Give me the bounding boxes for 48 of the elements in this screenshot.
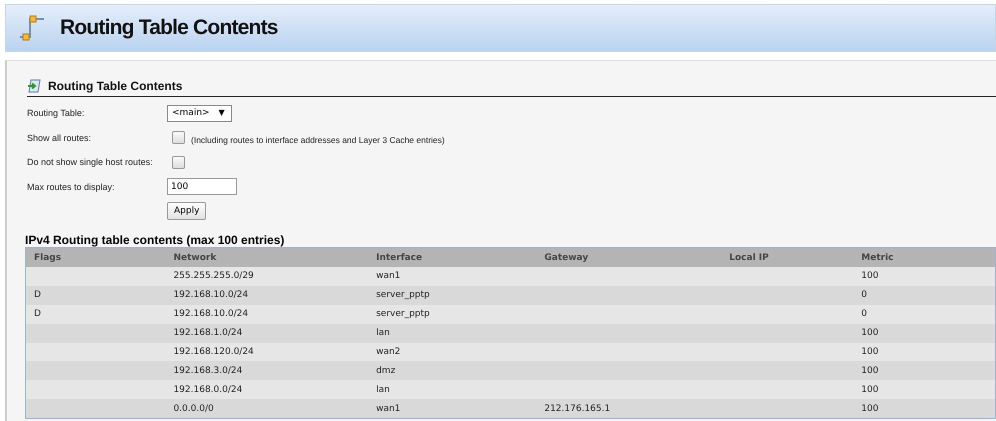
column-header: Network — [165, 248, 368, 267]
column-header: Interface — [368, 248, 536, 267]
table-cell: 0 — [853, 304, 996, 324]
table-cell: D — [26, 286, 166, 305]
column-header: Flags — [26, 248, 166, 267]
table-cell: 192.168.3.0/24 — [165, 361, 368, 380]
table-cell: 192.168.10.0/24 — [165, 304, 368, 324]
table-cell: 192.168.10.0/24 — [165, 286, 368, 305]
table-cell: lan — [368, 324, 536, 343]
section-title: Routing Table Contents — [48, 79, 182, 93]
table-cell: server_pptp — [368, 304, 536, 324]
page-title: Routing Table Contents — [60, 16, 278, 40]
max-routes-field[interactable]: 100 — [167, 178, 237, 196]
table-cell: wan1 — [368, 399, 536, 419]
document-arrow-icon — [27, 79, 41, 93]
column-header: Local IP — [721, 248, 854, 267]
table-cell: 100 — [853, 399, 996, 419]
checkbox-note: (Including routes to interface addresses and Layer 3 Cache entries) — [191, 134, 445, 145]
table-cell: 0.0.0.0/0 — [165, 399, 368, 419]
checkbox[interactable] — [172, 156, 185, 169]
table-cell: 100 — [853, 361, 996, 380]
table-title: IPv4 Routing table contents (max 100 entries) — [25, 233, 286, 247]
field-label: Show all routes: — [27, 132, 92, 143]
table-cell: lan — [368, 380, 536, 400]
table-cell: 192.168.120.0/24 — [165, 342, 368, 362]
table-cell: D — [26, 304, 166, 324]
apply-button[interactable]: Apply — [167, 202, 206, 220]
table-cell: 192.168.1.0/24 — [165, 324, 368, 343]
column-header: Gateway — [536, 248, 722, 267]
table-cell: 100 — [853, 324, 996, 343]
table-cell: wan2 — [368, 342, 536, 362]
table-cell: 212.176.165.1 — [536, 399, 722, 419]
checkbox[interactable] — [172, 131, 185, 144]
table-cell: 192.168.0.0/24 — [165, 380, 368, 400]
routing-icon — [18, 15, 46, 41]
field-label: Do not show single host routes: — [27, 157, 154, 168]
column-header: Metric — [853, 248, 996, 267]
field-label: Max routes to display: — [27, 182, 116, 192]
table-cell: 100 — [853, 342, 996, 362]
table-cell: dmz — [368, 361, 536, 380]
table-cell: 0 — [853, 286, 996, 305]
table-cell: wan1 — [368, 267, 536, 286]
routing-table-select[interactable]: <main> ▼ — [167, 104, 232, 122]
table-cell: 100 — [853, 267, 996, 286]
table-cell: 255.255.255.0/29 — [165, 267, 368, 286]
field-label: Routing Table: — [27, 108, 86, 118]
table-cell: server_pptp — [368, 286, 536, 305]
table-cell: 100 — [853, 380, 996, 400]
